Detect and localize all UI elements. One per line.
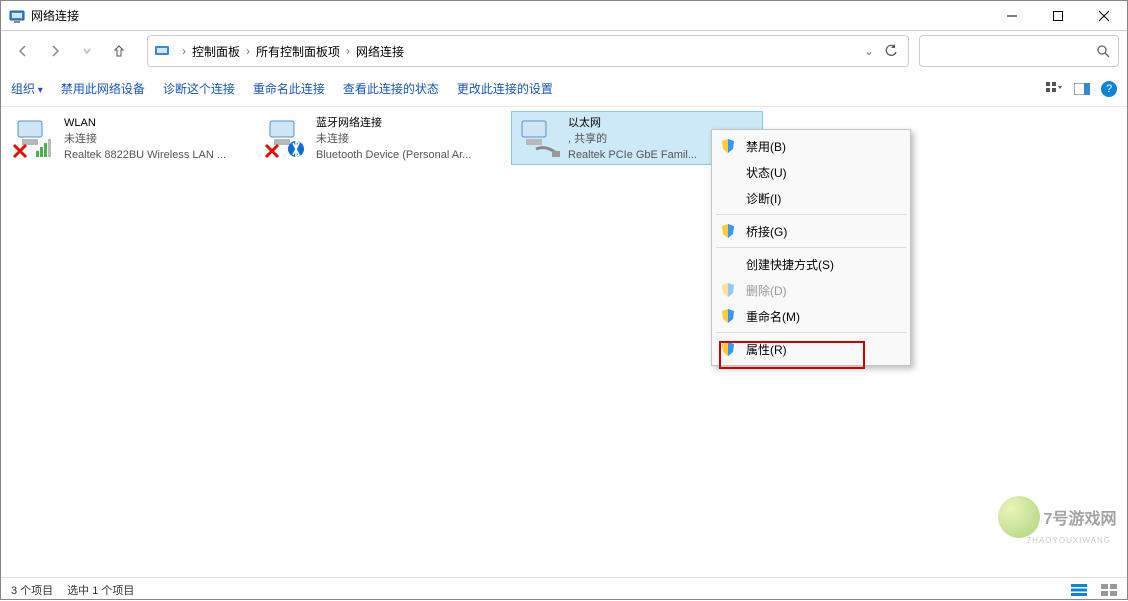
chevron-right-icon: › xyxy=(246,44,250,58)
ctx-label: 创建快捷方式(S) xyxy=(746,256,834,273)
ctx-label: 状态(U) xyxy=(746,164,787,181)
shield-icon xyxy=(720,309,736,323)
command-bar: 组织 禁用此网络设备 诊断这个连接 重命名此连接 查看此连接的状态 更改此连接的… xyxy=(1,71,1127,107)
ctx-label: 诊断(I) xyxy=(746,190,781,207)
view-options-button[interactable] xyxy=(1045,80,1063,98)
details-view-button[interactable] xyxy=(1071,584,1087,596)
search-icon xyxy=(1096,44,1110,58)
watermark-logo: 7号游戏网 7HAOYOUXIWANG xyxy=(997,487,1117,547)
ctx-label: 属性(R) xyxy=(746,341,787,358)
ethernet-icon xyxy=(516,115,564,163)
adapter-device: Realtek 8822BU Wireless LAN ... xyxy=(64,147,254,161)
ctx-shortcut[interactable]: 创建快捷方式(S) xyxy=(712,251,910,277)
rename-connection-button[interactable]: 重命名此连接 xyxy=(253,80,325,97)
ctx-disable[interactable]: 禁用(B) xyxy=(712,133,910,159)
search-input[interactable] xyxy=(919,35,1119,67)
adapter-device: Bluetooth Device (Personal Ar... xyxy=(316,147,506,161)
shield-icon xyxy=(720,139,736,153)
breadcrumb-leaf[interactable]: 网络连接 xyxy=(356,43,404,60)
ctx-label: 禁用(B) xyxy=(746,138,786,155)
window-title: 网络连接 xyxy=(31,7,989,24)
context-menu: 禁用(B) 状态(U) 诊断(I) 桥接(G) 创建快捷方式(S) 删除(D) … xyxy=(711,129,911,366)
adapter-status: 未连接 xyxy=(316,131,506,147)
adapter-name: WLAN xyxy=(64,115,254,131)
content-area: WLAN 未连接 Realtek 8822BU Wireless LAN ...… xyxy=(1,107,1127,577)
adapter-status: 未连接 xyxy=(64,131,254,147)
ctx-bridge[interactable]: 桥接(G) xyxy=(712,218,910,244)
separator xyxy=(716,214,906,215)
ctx-rename[interactable]: 重命名(M) xyxy=(712,303,910,329)
app-icon xyxy=(9,8,25,24)
recent-dropdown[interactable] xyxy=(73,37,101,65)
help-button[interactable]: ? xyxy=(1101,81,1117,97)
diagnose-connection-button[interactable]: 诊断这个连接 xyxy=(163,80,235,97)
shield-icon xyxy=(720,283,736,297)
separator xyxy=(716,332,906,333)
breadcrumb-root[interactable]: 控制面板 xyxy=(192,43,240,60)
separator xyxy=(716,247,906,248)
selected-count: 选中 1 个项目 xyxy=(67,582,134,598)
view-status-button[interactable]: 查看此连接的状态 xyxy=(343,80,439,97)
ctx-properties[interactable]: 属性(R) xyxy=(712,336,910,362)
window-controls xyxy=(989,1,1127,31)
back-button[interactable] xyxy=(9,37,37,65)
refresh-button[interactable] xyxy=(880,44,902,58)
forward-button[interactable] xyxy=(41,37,69,65)
wlan-icon xyxy=(12,115,60,163)
close-button[interactable] xyxy=(1081,1,1127,31)
watermark-subtext: 7HAOYOUXIWANG xyxy=(1027,536,1111,545)
ctx-label: 重命名(M) xyxy=(746,308,800,325)
disable-device-button[interactable]: 禁用此网络设备 xyxy=(61,80,145,97)
ctx-status[interactable]: 状态(U) xyxy=(712,159,910,185)
address-bar[interactable]: › 控制面板 › 所有控制面板项 › 网络连接 ⌄ xyxy=(147,35,909,67)
chevron-down-icon[interactable]: ⌄ xyxy=(858,44,880,58)
shield-icon xyxy=(720,342,736,356)
adapter-wlan[interactable]: WLAN 未连接 Realtek 8822BU Wireless LAN ... xyxy=(7,111,259,165)
change-settings-button[interactable]: 更改此连接的设置 xyxy=(457,80,553,97)
ctx-label: 删除(D) xyxy=(746,282,787,299)
preview-pane-button[interactable] xyxy=(1073,80,1091,98)
ctx-diagnose[interactable]: 诊断(I) xyxy=(712,185,910,211)
adapter-name: 蓝牙网络连接 xyxy=(316,115,506,131)
organize-menu[interactable]: 组织 xyxy=(11,80,43,97)
minimize-button[interactable] xyxy=(989,1,1035,31)
chevron-right-icon: › xyxy=(346,44,350,58)
up-button[interactable] xyxy=(105,37,133,65)
control-panel-icon xyxy=(154,43,170,59)
ctx-label: 桥接(G) xyxy=(746,223,787,240)
item-count: 3 个项目 xyxy=(11,582,53,598)
status-bar: 3 个项目 选中 1 个项目 xyxy=(1,577,1127,601)
title-bar: 网络连接 xyxy=(1,1,1127,31)
shield-icon xyxy=(720,224,736,238)
bluetooth-icon xyxy=(264,115,312,163)
adapter-bluetooth[interactable]: 蓝牙网络连接 未连接 Bluetooth Device (Personal Ar… xyxy=(259,111,511,165)
large-icons-view-button[interactable] xyxy=(1101,584,1117,596)
nav-bar: › 控制面板 › 所有控制面板项 › 网络连接 ⌄ xyxy=(1,31,1127,71)
watermark-text: 7号游戏网 xyxy=(1044,505,1117,529)
ctx-delete: 删除(D) xyxy=(712,277,910,303)
chevron-right-icon: › xyxy=(182,44,186,58)
maximize-button[interactable] xyxy=(1035,1,1081,31)
breadcrumb-mid[interactable]: 所有控制面板项 xyxy=(256,43,340,60)
